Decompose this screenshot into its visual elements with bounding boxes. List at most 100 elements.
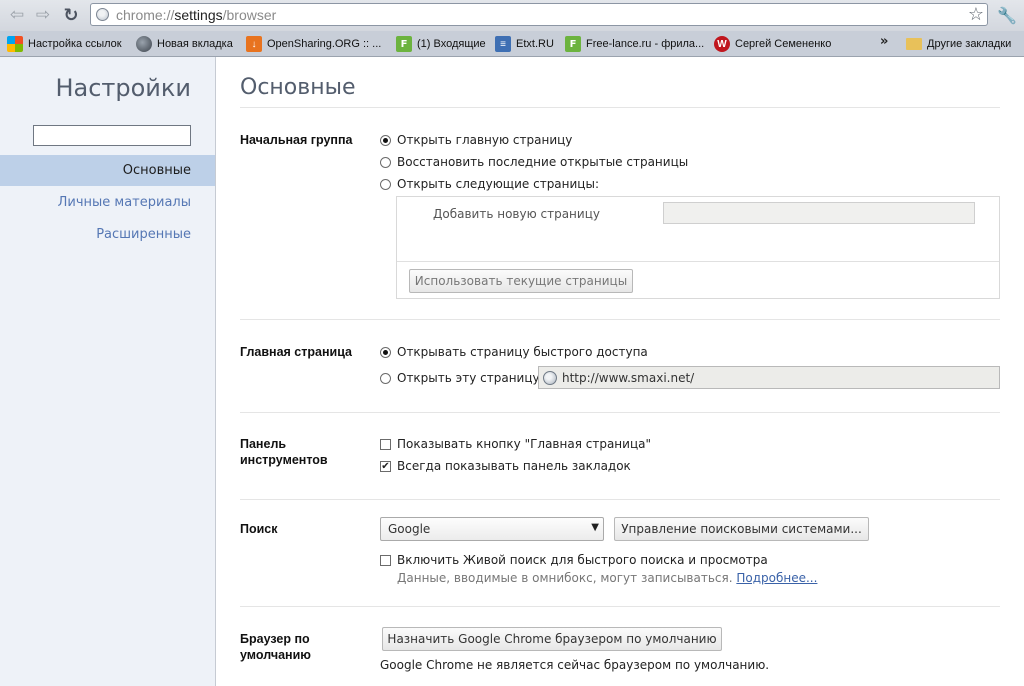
startup-pages-list: Добавить новую страницу Использовать тек… (396, 196, 1000, 299)
w-icon: W (714, 36, 730, 52)
dropdown-arrow-icon: ▼ (591, 522, 599, 533)
divider (397, 261, 999, 262)
option-label: Открыть эту страницу: (397, 371, 544, 385)
bookmark-item[interactable]: Настройка ссылок (7, 35, 122, 53)
arrow-left-icon: ⇦ (9, 5, 25, 25)
bookmark-label: Новая вкладка (157, 38, 233, 50)
bookmarks-bar: Настройка ссылок Новая вкладка ↓ OpenShar… (0, 31, 1024, 57)
bookmark-item[interactable]: ≡ Etxt.RU (495, 35, 554, 53)
use-current-pages-button[interactable]: Использовать текущие страницы (409, 269, 633, 293)
default-browser-note: Google Chrome не является сейчас браузер… (380, 658, 770, 672)
homepage-label: Главная страница (240, 345, 352, 359)
windows-flag-icon (7, 36, 23, 52)
settings-title: Настройки (55, 74, 191, 102)
search-engine-value: Google (388, 522, 431, 536)
radio[interactable] (380, 372, 391, 384)
divider (240, 606, 1000, 607)
label-line: инструментов (240, 453, 328, 467)
homepage-option-url[interactable]: Открыть эту страницу: (380, 370, 544, 386)
startup-option-home[interactable]: Открыть главную страницу (380, 132, 572, 148)
search-label: Поиск (240, 522, 278, 536)
sidebar-item-personal[interactable]: Личные материалы (0, 187, 215, 218)
startup-label: Начальная группа (240, 133, 353, 147)
startup-option-pages[interactable]: Открыть следующие страницы: (380, 176, 599, 192)
manage-search-engines-button[interactable]: Управление поисковыми системами... (614, 517, 869, 541)
omnibox[interactable]: chrome://settings/browser ☆ (90, 3, 988, 26)
startup-option-restore[interactable]: Восстановить последние открытые страницы (380, 154, 688, 170)
radio-checked[interactable] (380, 134, 391, 146)
globe-icon (136, 36, 152, 52)
bookmark-item[interactable]: ↓ OpenSharing.ORG :: ... (246, 35, 381, 53)
hint-text: Данные, вводимые в омнибокс, могут запис… (397, 571, 733, 585)
divider (240, 412, 1000, 413)
option-label: Всегда показывать панель закладок (397, 459, 631, 473)
learn-more-link[interactable]: Подробнее... (736, 571, 817, 585)
bookmark-label: Настройка ссылок (28, 38, 122, 50)
settings-search-input[interactable] (33, 125, 191, 146)
option-label: Показывать кнопку "Главная страница" (397, 437, 651, 451)
instant-search-option[interactable]: Включить Живой поиск для быстрого поиска… (380, 552, 768, 568)
bookmark-item[interactable]: F (1) Входящие (396, 35, 486, 53)
add-page-label: Добавить новую страницу (433, 207, 600, 221)
checkbox[interactable] (380, 438, 391, 450)
settings-sidebar: Настройки Основные Личные материалы Расш… (0, 57, 216, 686)
sidebar-item-advanced[interactable]: Расширенные (0, 219, 215, 250)
wrench-icon[interactable]: 🔧 (996, 4, 1018, 26)
settings-main: Основные Начальная группа Открыть главну… (240, 57, 1000, 686)
toolbar-section-label: Панель инструментов (240, 436, 370, 468)
radio-checked[interactable] (380, 346, 391, 358)
bookmark-label: OpenSharing.ORG :: ... (267, 38, 382, 50)
checkbox[interactable] (380, 554, 391, 566)
other-bookmarks-label: Другие закладки (927, 38, 1012, 50)
bookmarks-overflow-chevron[interactable]: » (880, 34, 888, 49)
show-home-button-option[interactable]: Показывать кнопку "Главная страница" (380, 436, 651, 452)
option-label: Открывать страницу быстрого доступа (397, 345, 648, 359)
other-bookmarks[interactable]: Другие закладки (906, 35, 1011, 53)
radio[interactable] (380, 156, 391, 168)
reload-button[interactable]: ↻ (60, 4, 82, 26)
make-default-browser-button[interactable]: Назначить Google Chrome браузером по умо… (382, 627, 722, 651)
add-page-input[interactable] (663, 202, 975, 224)
back-button[interactable]: ⇦ (6, 4, 28, 26)
bookmark-item[interactable]: F Free-lance.ru - фрила... (565, 35, 704, 53)
bookmark-label: Free-lance.ru - фрила... (586, 38, 705, 50)
homepage-url-value: http://www.smaxi.net/ (562, 370, 695, 385)
instant-hint: Данные, вводимые в омнибокс, могут запис… (397, 571, 817, 585)
divider (240, 107, 1000, 108)
page-globe-icon (96, 8, 109, 21)
browser-toolbar: ⇦ ⇨ ↻ chrome://settings/browser ☆ 🔧 (0, 0, 1024, 31)
sidebar-item-basics[interactable]: Основные (0, 155, 215, 186)
forward-button[interactable]: ⇨ (32, 4, 54, 26)
url-scheme: chrome:// (116, 7, 175, 23)
label-line: умолчанию (240, 648, 311, 662)
bookmark-label: (1) Входящие (417, 38, 486, 50)
omnibox-url[interactable]: chrome://settings/browser (116, 7, 276, 23)
default-browser-label: Браузер по умолчанию (240, 631, 370, 663)
homepage-option-ntp[interactable]: Открывать страницу быстрого доступа (380, 344, 648, 360)
radio[interactable] (380, 178, 391, 190)
folder-icon (906, 38, 922, 50)
divider (240, 319, 1000, 320)
option-label: Включить Живой поиск для быстрого поиска… (397, 553, 768, 567)
option-label: Открыть следующие страницы: (397, 177, 599, 191)
label-line: Панель (240, 437, 287, 451)
search-engine-select[interactable]: Google ▼ (380, 517, 604, 541)
page-title: Основные (240, 75, 356, 100)
bookmark-label: Сергей Семененко (735, 38, 832, 50)
bookmark-item[interactable]: W Сергей Семененко (714, 35, 831, 53)
bookmark-item[interactable]: Новая вкладка (136, 35, 233, 53)
checkbox-checked[interactable]: ✔ (380, 460, 391, 472)
homepage-url-input[interactable]: http://www.smaxi.net/ (538, 366, 1000, 389)
url-host: settings (174, 7, 223, 23)
divider (240, 499, 1000, 500)
globe-icon (543, 370, 557, 385)
f-icon: F (396, 36, 412, 52)
option-label: Восстановить последние открытые страницы (397, 155, 689, 169)
arrow-right-icon: ⇨ (35, 5, 51, 25)
etxt-icon: ≡ (495, 36, 511, 52)
reload-icon: ↻ (63, 4, 79, 26)
download-icon: ↓ (246, 36, 262, 52)
always-show-bookmarks-option[interactable]: ✔ Всегда показывать панель закладок (380, 458, 631, 474)
url-path: /browser (222, 7, 277, 23)
star-icon[interactable]: ☆ (968, 4, 984, 25)
